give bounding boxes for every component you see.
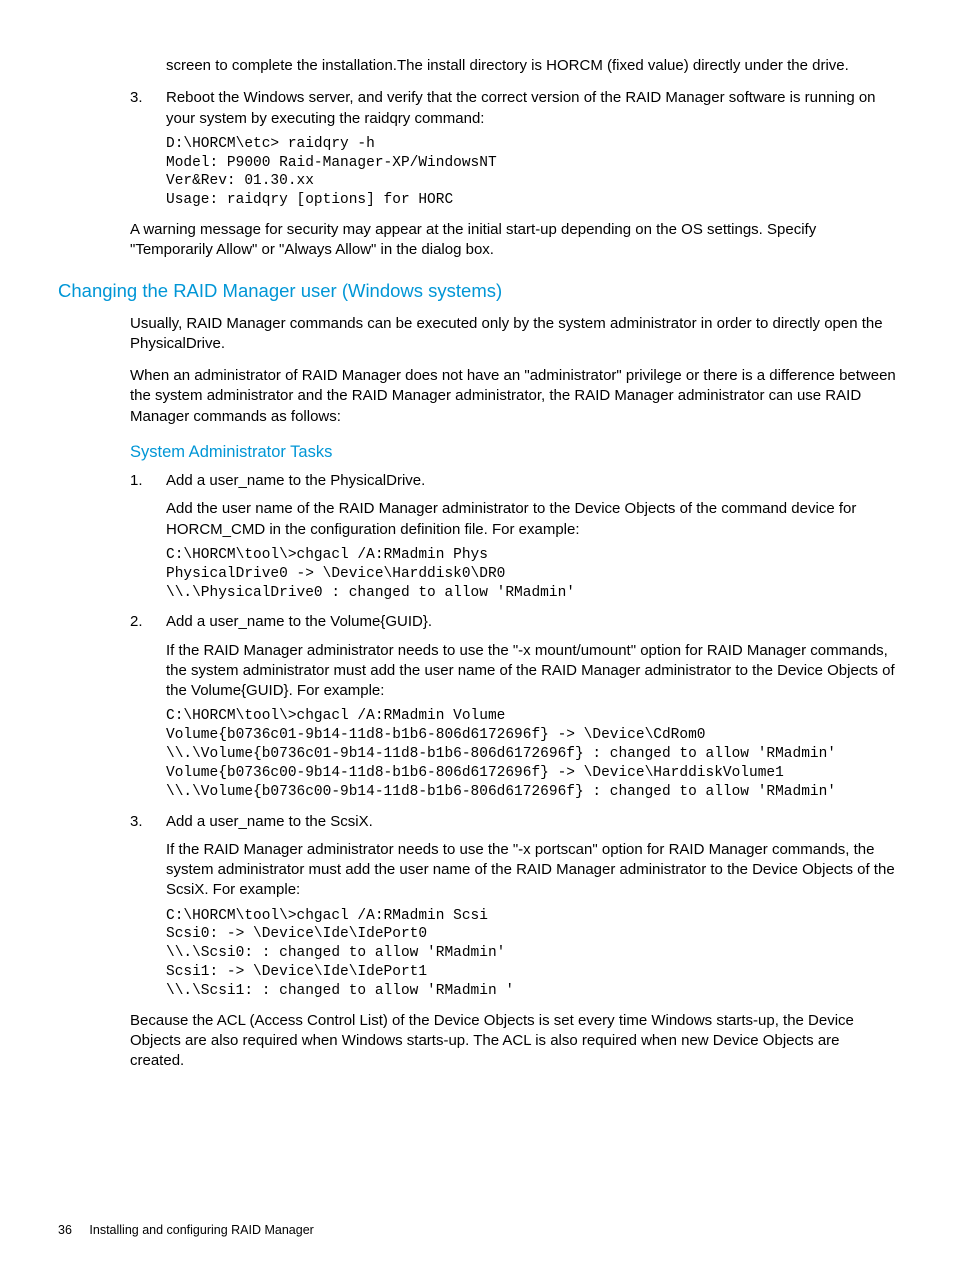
code-block-scsi: C:\HORCM\tool\>chgacl /A:RMadmin Scsi Sc… <box>166 907 896 1001</box>
task-desc: If the RAID Manager administrator needs … <box>166 641 896 702</box>
code-block-volume: C:\HORCM\tool\>chgacl /A:RMadmin Volume … <box>166 707 896 801</box>
sub-heading-sysadmin-tasks: System Administrator Tasks <box>130 441 896 463</box>
code-block-phys: C:\HORCM\tool\>chgacl /A:RMadmin Phys Ph… <box>166 546 896 603</box>
task-number: 1. <box>130 471 143 491</box>
task-item-scsix: 3. Add a user_name to the ScsiX. If the … <box>130 812 896 1001</box>
page-content: screen to complete the installation.The … <box>0 0 954 1072</box>
page-footer: 36 Installing and configuring RAID Manag… <box>58 1222 314 1239</box>
top-ordered-list: 3. Reboot the Windows server, and verify… <box>130 88 896 210</box>
section-para-1: Usually, RAID Manager commands can be ex… <box>130 314 896 355</box>
task-title: Add a user_name to the ScsiX. <box>166 813 373 830</box>
warning-para: A warning message for security may appea… <box>130 220 896 261</box>
task-item-volume-guid: 2. Add a user_name to the Volume{GUID}. … <box>130 612 896 801</box>
task-desc: If the RAID Manager administrator needs … <box>166 840 896 901</box>
task-title: Add a user_name to the Volume{GUID}. <box>166 613 432 630</box>
section-para-2: When an administrator of RAID Manager do… <box>130 366 896 427</box>
item-number: 3. <box>130 88 143 108</box>
closing-para: Because the ACL (Access Control List) of… <box>130 1011 896 1072</box>
tasks-list: 1. Add a user_name to the PhysicalDrive.… <box>130 471 896 1001</box>
list-item-reboot: 3. Reboot the Windows server, and verify… <box>130 88 896 210</box>
task-item-physicaldrive: 1. Add a user_name to the PhysicalDrive.… <box>130 471 896 602</box>
task-desc: Add the user name of the RAID Manager ad… <box>166 499 896 540</box>
task-number: 3. <box>130 812 143 832</box>
section-heading-changing-user: Changing the RAID Manager user (Windows … <box>58 279 896 304</box>
continuation-block: screen to complete the installation.The … <box>166 56 896 76</box>
task-title: Add a user_name to the PhysicalDrive. <box>166 472 425 489</box>
top-list-block: 3. Reboot the Windows server, and verify… <box>130 88 896 260</box>
task-number: 2. <box>130 612 143 632</box>
code-block-raidqry: D:\HORCM\etc> raidqry -h Model: P9000 Ra… <box>166 135 896 210</box>
page-number: 36 <box>58 1223 72 1237</box>
continuation-para: screen to complete the installation.The … <box>166 56 896 76</box>
chapter-title: Installing and configuring RAID Manager <box>89 1223 313 1237</box>
section-body: Usually, RAID Manager commands can be ex… <box>130 314 896 1072</box>
item-text: Reboot the Windows server, and verify th… <box>166 89 876 126</box>
